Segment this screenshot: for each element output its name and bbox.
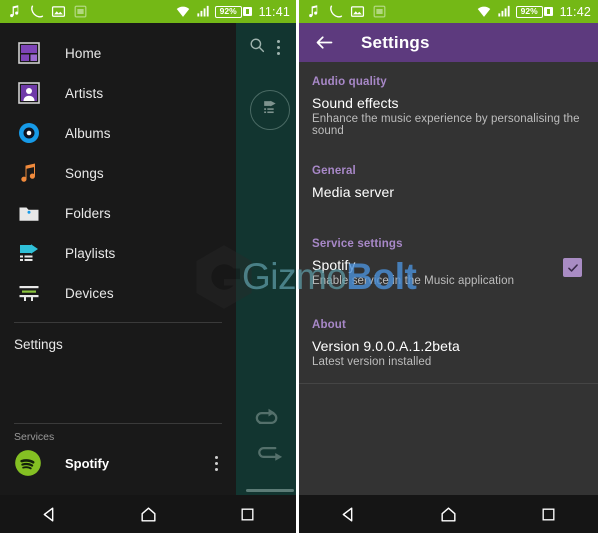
home-pentagon-icon[interactable] <box>425 495 471 533</box>
sidebar-item-devices[interactable]: Devices <box>0 273 236 313</box>
page-title: Settings <box>361 32 430 52</box>
signal-bars-icon <box>496 4 511 19</box>
battery-charging-icon: 92% <box>515 5 553 18</box>
signal-bars-icon <box>195 4 210 19</box>
music-note-icon <box>7 4 22 19</box>
home-pentagon-icon[interactable] <box>126 495 172 533</box>
sidebar-item-label: Folders <box>65 205 111 221</box>
right-phone-screen: 92% 11:42 Settings Audio quality Sound e… <box>299 0 598 533</box>
preference-title: Version 9.0.0.A.1.2beta <box>312 338 460 354</box>
screenshot-root: 92% 11:41 Home Artists Albums Songs Fold… <box>0 0 598 533</box>
battery-percent-label: 92% <box>219 6 237 17</box>
phone-call-icon <box>328 4 343 19</box>
player-strip <box>236 23 297 495</box>
playlist-queue-icon <box>261 98 280 122</box>
sidebar-item-folders[interactable]: Folders <box>0 193 236 233</box>
sidebar-item-label: Songs <box>65 165 104 181</box>
sidebar-item-artists[interactable]: Artists <box>0 73 236 113</box>
battery-percent-label: 92% <box>520 6 538 17</box>
section-header-service-settings: Service settings <box>312 238 403 250</box>
navigation-drawer: Home Artists Albums Songs Folders Playli… <box>0 23 236 495</box>
section-header-audio-quality: Audio quality <box>312 76 387 88</box>
wifi-icon <box>175 4 190 19</box>
left-android-navbar <box>0 495 297 533</box>
settings-bottom-divider <box>299 383 598 384</box>
preference-subtitle: Enable service in the Music application <box>312 275 515 287</box>
wifi-icon <box>476 4 491 19</box>
search-icon[interactable] <box>248 36 266 59</box>
strip-toolbar <box>236 23 297 59</box>
section-header-about: About <box>312 319 346 331</box>
preference-subtitle: Latest version installed <box>312 356 432 368</box>
preference-sound-effects[interactable]: Sound effects Enhance the music experien… <box>299 88 598 137</box>
playlist-queue-button[interactable] <box>250 90 290 130</box>
service-item-spotify[interactable]: Spotify <box>0 445 236 481</box>
playlist-play-icon <box>14 238 44 268</box>
right-status-system-icons: 92% 11:42 <box>476 4 591 19</box>
sidebar-item-label: Playlists <box>65 245 116 261</box>
image-icon <box>350 4 365 19</box>
recents-square-icon[interactable] <box>525 495 571 533</box>
folder-icon <box>14 198 44 228</box>
phone-call-icon <box>29 4 44 19</box>
right-android-navbar <box>299 495 598 533</box>
shuffle-icon[interactable] <box>252 405 285 431</box>
service-item-label: Spotify <box>65 455 110 471</box>
recents-square-icon[interactable] <box>225 495 271 533</box>
album-disc-icon <box>14 118 44 148</box>
services-section: Services Spotify <box>0 423 236 481</box>
preference-title: Media server <box>312 184 395 200</box>
services-header-label: Services <box>14 431 55 443</box>
left-status-bar: 92% 11:41 <box>0 0 297 23</box>
spotify-icon <box>14 449 42 477</box>
sim-card-icon <box>372 4 387 19</box>
progress-line <box>246 489 294 492</box>
preference-version[interactable]: Version 9.0.0.A.1.2beta Latest version i… <box>299 331 598 368</box>
section-header-general: General <box>312 165 356 177</box>
home-grid-icon <box>14 38 44 68</box>
artist-person-icon <box>14 78 44 108</box>
spotify-enable-checkbox[interactable] <box>563 258 582 277</box>
left-phone-screen: 92% 11:41 Home Artists Albums Songs Fold… <box>0 0 297 533</box>
sidebar-item-settings[interactable]: Settings <box>0 323 236 365</box>
kebab-menu-icon[interactable] <box>271 35 285 59</box>
back-triangle-icon[interactable] <box>27 495 73 533</box>
left-status-clock: 11:41 <box>258 4 290 19</box>
settings-list: Audio quality Sound effects Enhance the … <box>299 62 598 495</box>
right-status-bar: 92% 11:42 <box>299 0 598 23</box>
battery-charging-icon: 92% <box>214 5 252 18</box>
left-status-system-icons: 92% 11:41 <box>175 4 290 19</box>
right-status-clock: 11:42 <box>559 4 591 19</box>
sidebar-item-label: Home <box>65 45 102 61</box>
preference-media-server[interactable]: Media server <box>299 177 598 200</box>
sim-card-icon <box>73 4 88 19</box>
preference-subtitle: Enhance the music experience by personal… <box>312 113 580 137</box>
sidebar-item-label: Artists <box>65 85 104 101</box>
image-icon <box>51 4 66 19</box>
music-note-icon <box>306 4 321 19</box>
sidebar-item-label: Albums <box>65 125 111 141</box>
left-status-notification-icons <box>7 4 88 19</box>
preference-title: Sound effects <box>312 95 399 111</box>
right-status-notification-icons <box>306 4 387 19</box>
music-note-icon <box>14 158 44 188</box>
devices-icon <box>14 278 44 308</box>
preference-title: Spotify <box>312 257 356 273</box>
back-triangle-icon[interactable] <box>326 495 372 533</box>
sidebar-item-playlists[interactable]: Playlists <box>0 233 236 273</box>
sidebar-item-label: Devices <box>65 285 114 301</box>
drawer-item-list: Home Artists Albums Songs Folders Playli… <box>0 23 236 313</box>
sidebar-item-songs[interactable]: Songs <box>0 153 236 193</box>
kebab-menu-icon[interactable] <box>206 451 226 475</box>
sidebar-item-home[interactable]: Home <box>0 33 236 73</box>
repeat-icon[interactable] <box>252 441 285 467</box>
sidebar-item-label: Settings <box>14 336 63 352</box>
sidebar-item-albums[interactable]: Albums <box>0 113 236 153</box>
settings-app-bar: Settings <box>299 23 598 62</box>
arrow-back-icon[interactable] <box>312 31 336 55</box>
preference-spotify[interactable]: Spotify Enable service in the Music appl… <box>299 250 598 287</box>
